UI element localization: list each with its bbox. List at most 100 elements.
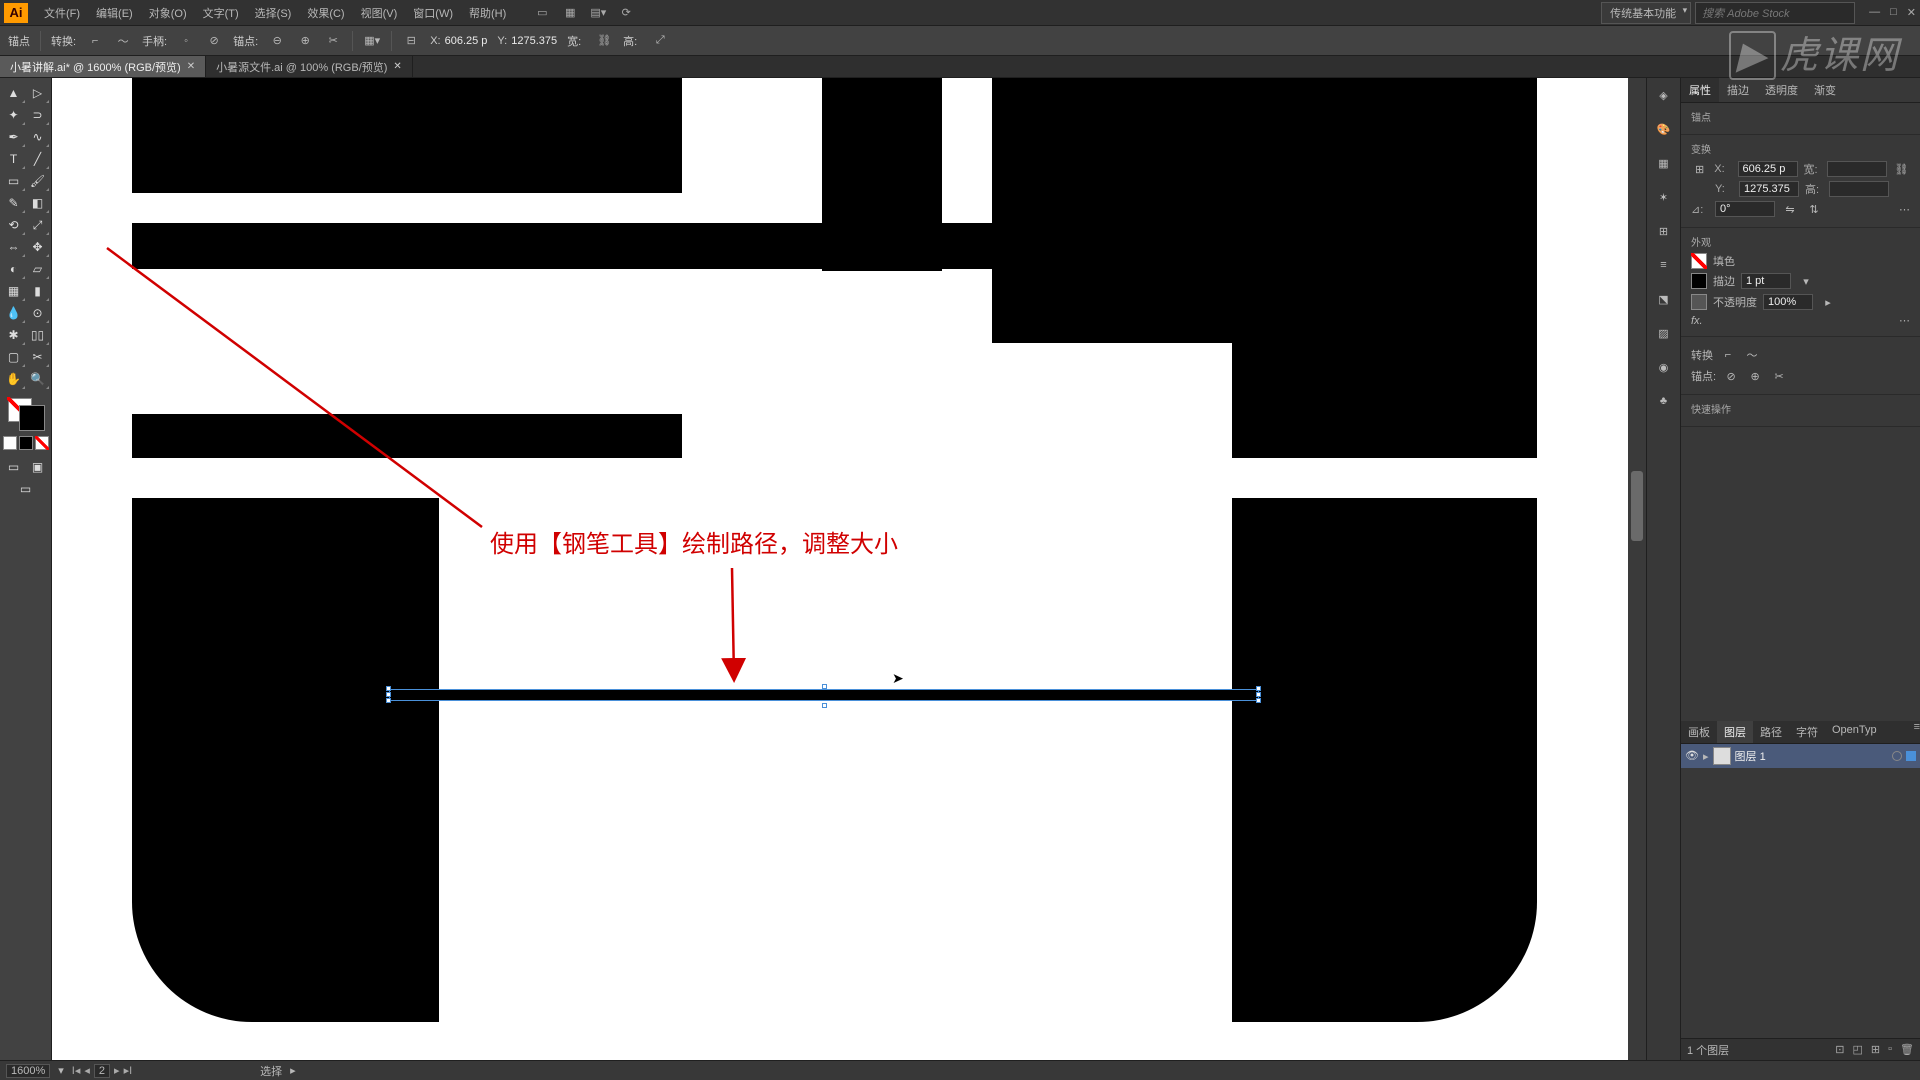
layer-target-icon[interactable] — [1892, 751, 1902, 761]
align-icon[interactable]: ▦▾ — [363, 32, 381, 50]
transform-more-icon[interactable]: ⋯ — [1899, 203, 1910, 216]
tab-1-close[interactable]: ✕ — [187, 61, 195, 72]
reference-point-icon[interactable]: ⊞ — [1691, 160, 1708, 178]
next-artboard-icon[interactable]: ▸ — [114, 1064, 120, 1078]
make-clipping-mask-icon[interactable]: ◰ — [1853, 1043, 1863, 1056]
ly-tab-opentype[interactable]: OpenTyp — [1825, 721, 1884, 743]
stroke-color-swatch[interactable] — [1691, 273, 1707, 289]
flip-h-icon[interactable]: ⇋ — [1781, 200, 1799, 218]
prop-w-input[interactable] — [1827, 161, 1887, 177]
paintbrush-tool[interactable]: 🖌 — [26, 170, 50, 192]
close-button[interactable]: ✕ — [1907, 6, 1916, 19]
selected-path[interactable] — [389, 689, 1259, 701]
zoom-dropdown-icon[interactable]: ▾ — [58, 1064, 64, 1077]
cut-anchor-prop-icon[interactable]: ✂ — [1770, 367, 1788, 385]
link-wh-icon-prop[interactable]: ⛓ — [1893, 160, 1910, 178]
menu-file[interactable]: 文件(F) — [36, 1, 88, 25]
workspace-switcher[interactable]: 传统基本功能 — [1601, 2, 1691, 24]
gradient-tool[interactable]: ▮ — [26, 280, 50, 302]
constrain-icon[interactable]: ⤢ — [651, 32, 669, 50]
ob-y-value[interactable]: 1275.375 — [511, 35, 557, 47]
minimize-button[interactable]: — — [1869, 6, 1880, 19]
menu-window[interactable]: 窗口(W) — [405, 1, 461, 25]
stroke-panel-icon[interactable]: ≡ — [1655, 256, 1673, 274]
ob-x-value[interactable]: 606.25 p — [445, 35, 488, 47]
selection-tool[interactable]: ▲ — [2, 82, 26, 104]
prop-tab-properties[interactable]: 属性 — [1681, 78, 1719, 102]
edit-toolbar[interactable]: ▭ — [2, 478, 50, 500]
hand-tool[interactable]: ✋ — [2, 368, 26, 390]
symbol-sprayer-tool[interactable]: ✱ — [2, 324, 26, 346]
isolate-icon[interactable]: ⊟ — [402, 32, 420, 50]
remove-anchor-prop-icon[interactable]: ⊘ — [1722, 367, 1740, 385]
ly-tab-artboards[interactable]: 画板 — [1681, 721, 1717, 743]
menu-edit[interactable]: 编辑(E) — [88, 1, 141, 25]
gradient-panel-icon[interactable]: ⬔ — [1655, 290, 1673, 308]
color-panel-icon[interactable]: ◈ — [1655, 86, 1673, 104]
curvature-tool[interactable]: ∿ — [26, 126, 50, 148]
prop-tab-stroke[interactable]: 描边 — [1719, 78, 1757, 102]
maximize-button[interactable]: □ — [1890, 6, 1897, 19]
line-tool[interactable]: ╱ — [26, 148, 50, 170]
canvas[interactable]: ➤ 使用【钢笔工具】绘制路径，调整大小 — [52, 78, 1628, 1060]
vertical-scrollbar[interactable] — [1628, 78, 1646, 1060]
graph-tool[interactable]: ▯▯ — [26, 324, 50, 346]
perspective-tool[interactable]: ▱ — [26, 258, 50, 280]
eyedropper-tool[interactable]: 💧 — [2, 302, 26, 324]
handles-show-icon[interactable]: ◦ — [177, 32, 195, 50]
tab-1[interactable]: 小暑讲解.ai* @ 1600% (RGB/预览) ✕ — [0, 56, 206, 77]
opacity-input[interactable] — [1763, 294, 1813, 310]
menu-effect[interactable]: 效果(C) — [299, 1, 352, 25]
convert-smooth-icon[interactable]: 〜 — [114, 32, 132, 50]
symbols-panel-icon[interactable]: ⊞ — [1655, 222, 1673, 240]
locate-object-icon[interactable]: ⊡ — [1835, 1043, 1844, 1056]
width-tool[interactable]: ⇔ — [2, 236, 26, 258]
mesh-tool[interactable]: ▦ — [2, 280, 26, 302]
opacity-dropdown-icon[interactable]: ▸ — [1819, 293, 1837, 311]
zoom-tool[interactable]: 🔍 — [26, 368, 50, 390]
blend-tool[interactable]: ⊙ — [26, 302, 50, 324]
canvas-viewport[interactable]: ➤ 使用【钢笔工具】绘制路径，调整大小 — [52, 78, 1646, 1060]
stroke-swatch[interactable] — [20, 406, 44, 430]
screen-mode-normal[interactable]: ▭ — [2, 456, 26, 478]
rectangle-tool[interactable]: ▭ — [2, 170, 26, 192]
ly-tab-paths[interactable]: 路径 — [1753, 721, 1789, 743]
type-tool[interactable]: T — [2, 148, 26, 170]
prop-tab-gradient[interactable]: 渐变 — [1806, 78, 1844, 102]
bridge-icon[interactable]: ▦ — [562, 5, 578, 21]
prop-angle-input[interactable] — [1715, 201, 1775, 217]
gpu-icon[interactable]: ⟳ — [618, 5, 634, 21]
prev-artboard-icon[interactable]: ◂ — [84, 1064, 90, 1078]
fill-color-swatch[interactable] — [1691, 253, 1707, 269]
menu-type[interactable]: 文字(T) — [195, 1, 247, 25]
prop-x-input[interactable] — [1738, 161, 1798, 177]
fx-label[interactable]: fx. — [1691, 315, 1703, 327]
flip-v-icon[interactable]: ⇅ — [1805, 200, 1823, 218]
cut-path-icon[interactable]: ✂ — [324, 32, 342, 50]
prop-h-input[interactable] — [1829, 181, 1889, 197]
search-stock-input[interactable]: 搜索 Adobe Stock — [1695, 2, 1855, 24]
last-artboard-icon[interactable]: ▸I — [124, 1064, 133, 1078]
layers-menu-icon[interactable]: ≡ — [1914, 721, 1920, 743]
rotate-tool[interactable]: ⟲ — [2, 214, 26, 236]
menu-view[interactable]: 视图(V) — [353, 1, 406, 25]
connect-anchor-prop-icon[interactable]: ⊕ — [1746, 367, 1764, 385]
link-wh-icon[interactable]: ⛓ — [595, 32, 613, 50]
layer-row-1[interactable]: 👁 ▸ 图层 1 — [1681, 744, 1920, 768]
layer-visibility-icon[interactable]: 👁 — [1685, 749, 1699, 763]
layer-expand-icon[interactable]: ▸ — [1703, 750, 1709, 763]
remove-anchor-icon[interactable]: ⊖ — [268, 32, 286, 50]
slice-tool[interactable]: ✂ — [26, 346, 50, 368]
shape-builder-tool[interactable]: ◐ — [2, 258, 26, 280]
appearance-more-icon[interactable]: ⋯ — [1899, 314, 1910, 327]
menu-object[interactable]: 对象(O) — [141, 1, 195, 25]
zoom-level[interactable]: 1600% — [6, 1064, 50, 1078]
convert-smooth-prop-icon[interactable]: 〜 — [1743, 346, 1761, 364]
artboard-number[interactable]: 2 — [94, 1064, 110, 1078]
first-artboard-icon[interactable]: I◂ — [72, 1064, 81, 1078]
eraser-tool[interactable]: ◧ — [26, 192, 50, 214]
swatches-panel-icon[interactable]: ▦ — [1655, 154, 1673, 172]
delete-layer-icon[interactable]: 🗑 — [1900, 1043, 1914, 1056]
menu-select[interactable]: 选择(S) — [247, 1, 300, 25]
prop-y-input[interactable] — [1739, 181, 1799, 197]
